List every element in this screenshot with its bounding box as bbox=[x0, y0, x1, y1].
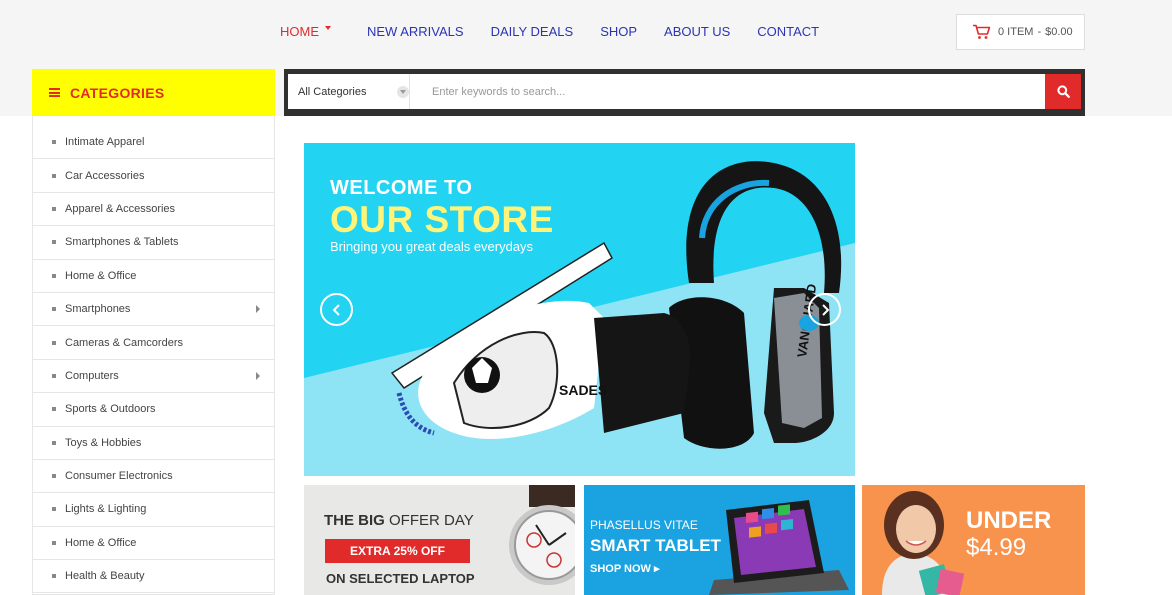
discount-badge: EXTRA 25% OFF bbox=[325, 539, 470, 563]
bullet-icon bbox=[52, 574, 56, 579]
slide-heading-small: WELCOME TO bbox=[330, 177, 473, 199]
chevron-left-icon bbox=[332, 303, 340, 316]
banner-big-offer[interactable]: THE BIG OFFER DAY EXTRA 25% OFF ON SELEC… bbox=[304, 485, 575, 595]
chevron-right-icon bbox=[256, 304, 260, 313]
banner-smart-tablet[interactable]: PHASELLUS VITAE SMART TABLET SHOP NOW ▸ bbox=[584, 485, 855, 595]
category-item[interactable]: Smartphones & Tablets bbox=[33, 226, 274, 260]
chevron-right-icon: ▸ bbox=[653, 563, 660, 575]
banner-heading: UNDER bbox=[966, 507, 1052, 534]
category-label: Lights & Lighting bbox=[65, 503, 147, 516]
bullet-icon bbox=[52, 407, 56, 412]
menu-icon bbox=[49, 88, 60, 97]
category-item[interactable]: Apparel & Accessories bbox=[33, 193, 274, 227]
nav-home[interactable]: HOME bbox=[280, 22, 340, 40]
slider-next-button[interactable] bbox=[808, 293, 841, 326]
search-button[interactable] bbox=[1045, 74, 1081, 109]
main-nav: HOME NEW ARRIVALS DAILY DEALS SHOP ABOUT… bbox=[280, 22, 846, 40]
category-label: Home & Office bbox=[65, 536, 137, 549]
category-label: Cameras & Camcorders bbox=[65, 336, 183, 349]
category-label: Smartphones bbox=[65, 303, 131, 316]
bullet-icon bbox=[52, 340, 56, 345]
bullet-icon bbox=[52, 440, 56, 445]
category-label: Apparel & Accessories bbox=[65, 202, 176, 215]
banner-under-price[interactable]: UNDER $4.99 bbox=[862, 485, 1085, 595]
bullet-icon bbox=[52, 173, 56, 178]
banner-title: PHASELLUS VITAE bbox=[590, 518, 698, 532]
category-label: Health & Beauty bbox=[65, 570, 145, 583]
nav-new-arrivals[interactable]: NEW ARRIVALS bbox=[367, 22, 464, 40]
nav-shop[interactable]: SHOP bbox=[600, 22, 637, 40]
category-label: Computers bbox=[65, 369, 119, 382]
slider-prev-button[interactable] bbox=[320, 293, 353, 326]
slide-tagline: Bringing you great deals everydays bbox=[330, 239, 534, 254]
banner-heading: SMART TABLET bbox=[590, 536, 721, 555]
nav-contact[interactable]: CONTACT bbox=[757, 22, 819, 40]
shop-now-link[interactable]: SHOP NOW ▸ bbox=[590, 562, 660, 575]
chevron-down-icon bbox=[397, 85, 409, 98]
bullet-icon bbox=[52, 240, 56, 245]
category-item[interactable]: Sports & Outdoors bbox=[33, 393, 274, 427]
hero-slider[interactable]: VANGUARD SADES WELCOME TO OUR STORE Brin… bbox=[304, 143, 855, 476]
cart-button[interactable]: 0 ITEM - $0.00 bbox=[956, 14, 1085, 50]
banner-subtitle: ON SELECTED LAPTOP bbox=[326, 571, 475, 586]
cart-separator: - bbox=[1037, 26, 1042, 38]
category-item[interactable]: Health & Beauty bbox=[33, 560, 274, 594]
category-label: Home & Office bbox=[65, 269, 137, 282]
nav-daily-deals[interactable]: DAILY DEALS bbox=[491, 22, 574, 40]
nav-about-us[interactable]: ABOUT US bbox=[664, 22, 730, 40]
banner-title: THE BIG OFFER DAY bbox=[324, 512, 474, 529]
chevron-right-icon bbox=[821, 303, 829, 316]
category-list: Intimate Apparel Car Accessories Apparel… bbox=[32, 116, 275, 595]
bullet-icon bbox=[52, 273, 56, 278]
category-item[interactable]: Intimate Apparel bbox=[33, 126, 274, 160]
banner-price: $4.99 bbox=[966, 534, 1027, 561]
bullet-icon bbox=[52, 540, 56, 545]
category-item[interactable]: Smartphones bbox=[33, 293, 274, 327]
category-item[interactable]: Car Accessories bbox=[33, 159, 274, 193]
headphone-brand-text: SADES bbox=[559, 382, 607, 398]
cart-item-count: 0 ITEM bbox=[998, 26, 1034, 38]
bullet-icon bbox=[52, 474, 56, 479]
bullet-icon bbox=[52, 373, 56, 378]
bullet-icon bbox=[52, 140, 56, 145]
categories-toggle[interactable]: CATEGORIES bbox=[32, 69, 275, 116]
category-item[interactable]: Toys & Hobbies bbox=[33, 427, 274, 460]
search-bar: All Categories bbox=[284, 69, 1085, 116]
category-item[interactable]: Lights & Lighting bbox=[33, 493, 274, 527]
search-input[interactable] bbox=[410, 74, 1045, 109]
category-label: Intimate Apparel bbox=[65, 136, 145, 149]
bullet-icon bbox=[52, 206, 56, 211]
category-item[interactable]: Home & Office bbox=[33, 527, 274, 561]
search-inner: All Categories bbox=[288, 74, 1081, 109]
bullet-icon bbox=[52, 507, 56, 512]
slide-heading-large: OUR STORE bbox=[330, 199, 554, 240]
chevron-right-icon bbox=[256, 371, 260, 380]
bullet-icon bbox=[52, 307, 56, 312]
category-label: Car Accessories bbox=[65, 169, 145, 182]
category-item[interactable]: Consumer Electronics bbox=[33, 460, 274, 494]
chevron-down-icon bbox=[325, 26, 331, 30]
category-label: Smartphones & Tablets bbox=[65, 236, 179, 249]
category-label: Consumer Electronics bbox=[65, 470, 173, 483]
category-item[interactable]: Home & Office bbox=[33, 260, 274, 293]
cart-total: $0.00 bbox=[1045, 26, 1073, 38]
category-label: Toys & Hobbies bbox=[65, 436, 142, 449]
categories-title: CATEGORIES bbox=[70, 84, 165, 101]
shopping-cart-icon bbox=[973, 24, 991, 39]
category-select-value: All Categories bbox=[298, 85, 367, 98]
category-item[interactable]: Cameras & Camcorders bbox=[33, 326, 274, 360]
search-icon bbox=[1056, 85, 1070, 98]
category-item[interactable]: Computers bbox=[33, 360, 274, 394]
category-select[interactable]: All Categories bbox=[288, 74, 410, 109]
category-label: Sports & Outdoors bbox=[65, 403, 156, 416]
